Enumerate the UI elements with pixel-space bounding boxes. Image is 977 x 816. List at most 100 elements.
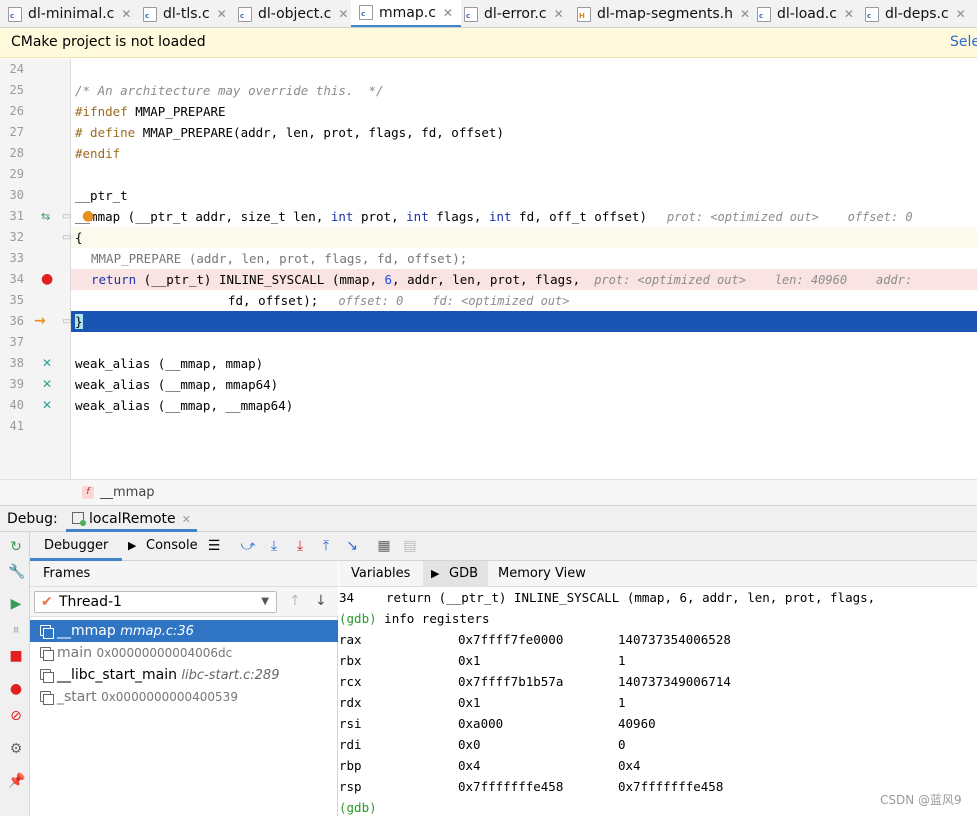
close-icon[interactable]: ✕ bbox=[121, 7, 131, 21]
close-icon[interactable]: ✕ bbox=[338, 7, 348, 21]
register-name: rdx bbox=[339, 695, 362, 710]
restore-layout-icon[interactable]: ▤ bbox=[402, 538, 418, 554]
line-number: 33 bbox=[9, 251, 24, 265]
run-to-cursor-icon[interactable]: ↘ bbox=[344, 538, 360, 554]
close-icon[interactable]: ✕ bbox=[844, 7, 854, 21]
inline-value-hint: offset: 0 fd: <optimized out> bbox=[338, 294, 570, 308]
pin-icon[interactable]: 📌 bbox=[8, 773, 25, 789]
bulb-icon[interactable]: ● bbox=[82, 206, 94, 227]
breakpoint-icon[interactable]: ● bbox=[41, 269, 53, 290]
frame-name: _start bbox=[57, 689, 97, 705]
tab-label: dl-error.c bbox=[484, 6, 547, 22]
register-name: rax bbox=[339, 632, 362, 647]
console-icon: ▶ bbox=[431, 567, 440, 580]
fold-icon[interactable]: ▭ bbox=[62, 227, 71, 248]
code-editor[interactable]: /* An architecture may override this. */… bbox=[71, 59, 977, 479]
step-into-icon[interactable]: ⤓ bbox=[292, 538, 308, 554]
show-execution-point-icon[interactable]: ⤻ bbox=[240, 538, 256, 554]
close-icon[interactable]: ✕ bbox=[740, 7, 750, 21]
tab-label: dl-object.c bbox=[258, 6, 332, 22]
tab-dl-error[interactable]: c dl-error.c ✕ bbox=[464, 0, 564, 27]
tab-gdb[interactable]: ▶ GDB bbox=[423, 561, 489, 587]
tab-mmap[interactable]: c mmap.c ✕ bbox=[351, 0, 461, 27]
code-text: flags, bbox=[428, 209, 489, 224]
close-icon[interactable]: ✕ bbox=[956, 7, 966, 21]
code-text: MMAP_PREPARE(addr, len, prot, flags, fd,… bbox=[135, 125, 504, 140]
line-number: 37 bbox=[9, 335, 24, 349]
register-row: rcx 0x7ffff7b1b57a 140737349006714 bbox=[339, 671, 977, 692]
frame-name: __libc_start_main bbox=[57, 667, 177, 683]
gdb-tabs: Variables ▶ GDB Memory View bbox=[339, 561, 977, 587]
view-breakpoints-icon[interactable]: ● bbox=[8, 681, 24, 697]
register-hex: 0x1 bbox=[458, 695, 481, 710]
fold-icon[interactable]: ▭ bbox=[62, 311, 71, 332]
register-name: rsp bbox=[339, 779, 362, 794]
code-line-31: __mmap (__ptr_t addr, size_t len, int pr… bbox=[71, 206, 977, 227]
thread-select[interactable]: ✔ Thread-1 ▼ bbox=[34, 591, 277, 613]
debug-session-tab[interactable]: localRemote ✕ bbox=[66, 506, 197, 532]
tab-dl-map-segments[interactable]: Hdl-map-segments.h ✕ bbox=[577, 0, 750, 27]
tab-dl-minimal[interactable]: c dl-minimal.c ✕ bbox=[8, 0, 131, 27]
register-row: rax 0x7ffff7fe0000 140737354006528 bbox=[339, 629, 977, 650]
keyword: int bbox=[330, 209, 354, 224]
arrow-down-icon[interactable]: ↓ bbox=[315, 593, 327, 609]
frame-item[interactable]: __mmap mmap.c:36 bbox=[30, 620, 338, 642]
register-name: rdi bbox=[339, 737, 362, 752]
menu-icon[interactable]: ☰ bbox=[206, 538, 222, 554]
code-text: (__ptr_t) INLINE_SYSCALL (mmap, bbox=[136, 272, 385, 287]
tab-dl-tls[interactable]: c dl-tls.c ✕ bbox=[143, 0, 227, 27]
rerun-icon[interactable]: ↻ bbox=[8, 539, 24, 555]
console-icon: ▶ bbox=[128, 539, 137, 552]
arrow-up-icon[interactable]: ↑ bbox=[289, 593, 301, 609]
stop-icon[interactable]: ■ bbox=[8, 648, 24, 664]
fold-icon[interactable]: ▭ bbox=[62, 206, 71, 227]
gdb-command-line[interactable]: (gdb) info registers bbox=[339, 608, 977, 629]
close-icon[interactable]: ✕ bbox=[182, 513, 191, 526]
step-out-icon[interactable]: ⤒ bbox=[318, 538, 334, 554]
tab-memory-view[interactable]: Memory View bbox=[488, 561, 596, 587]
alias-icon[interactable]: ✕ bbox=[42, 395, 52, 416]
line-number: 35 bbox=[9, 293, 24, 307]
frame-item[interactable]: __libc_start_main libc-start.c:289 bbox=[30, 664, 338, 686]
alias-icon[interactable]: ✕ bbox=[42, 374, 52, 395]
line-number: 31 bbox=[9, 209, 24, 223]
gdb-command: info registers bbox=[376, 611, 490, 626]
code-text: MMAP_PREPARE (addr, len, prot, flags, fd… bbox=[91, 251, 468, 266]
pause-icon[interactable]: ⏸ bbox=[8, 622, 24, 638]
settings-icon[interactable]: ⚙ bbox=[8, 741, 24, 757]
directive: #endif bbox=[75, 146, 121, 161]
code-text: MMAP_PREPARE bbox=[127, 104, 226, 119]
line-number: 38 bbox=[9, 356, 24, 370]
tab-variables[interactable]: Variables bbox=[339, 561, 422, 587]
alias-icon[interactable]: ✕ bbox=[42, 353, 52, 374]
tab-debugger[interactable]: Debugger bbox=[30, 532, 123, 561]
evaluate-icon[interactable]: ▦ bbox=[376, 538, 392, 554]
code-line-25: /* An architecture may override this. */ bbox=[71, 80, 977, 101]
line-number: 40 bbox=[9, 398, 24, 412]
mute-breakpoints-icon[interactable]: ⊘ bbox=[8, 708, 24, 724]
navigate-icon[interactable]: ⇆ bbox=[41, 206, 50, 227]
register-value: 0 bbox=[618, 737, 626, 752]
directive: # define bbox=[75, 125, 136, 140]
wrench-icon[interactable]: 🔧 bbox=[8, 564, 25, 580]
resume-icon[interactable]: ▶ bbox=[8, 596, 24, 612]
tab-console[interactable]: ▶ Console bbox=[126, 532, 198, 561]
frame-item[interactable]: _start 0x0000000000400539 bbox=[30, 686, 338, 708]
tab-dl-load[interactable]: c dl-load.c ✕ bbox=[757, 0, 854, 27]
close-icon[interactable]: ✕ bbox=[217, 7, 227, 21]
banner-message: CMake project is not loaded bbox=[11, 34, 206, 50]
code-text: prot, bbox=[353, 209, 407, 224]
banner-action-link[interactable]: Sele bbox=[950, 28, 977, 56]
frame-item[interactable]: main 0x00000000004006dc bbox=[30, 642, 338, 664]
register-hex: 0x4 bbox=[458, 758, 481, 773]
debugger-toolbar: Debugger ▶ Console ☰ ⤻ ⤓ ⤓ ⤒ ↘ ▦ ▤ bbox=[30, 532, 977, 561]
close-icon[interactable]: ✕ bbox=[554, 7, 564, 21]
register-hex: 0x1 bbox=[458, 653, 481, 668]
step-over-icon[interactable]: ⤓ bbox=[266, 538, 282, 554]
breadcrumb-function[interactable]: __mmap bbox=[100, 480, 155, 505]
keyword: int bbox=[406, 209, 429, 224]
tab-dl-deps[interactable]: c dl-deps.c ✕ bbox=[865, 0, 966, 27]
close-icon[interactable]: ✕ bbox=[443, 6, 453, 20]
register-row: rbx 0x1 1 bbox=[339, 650, 977, 671]
tab-dl-object[interactable]: c dl-object.c ✕ bbox=[238, 0, 348, 27]
